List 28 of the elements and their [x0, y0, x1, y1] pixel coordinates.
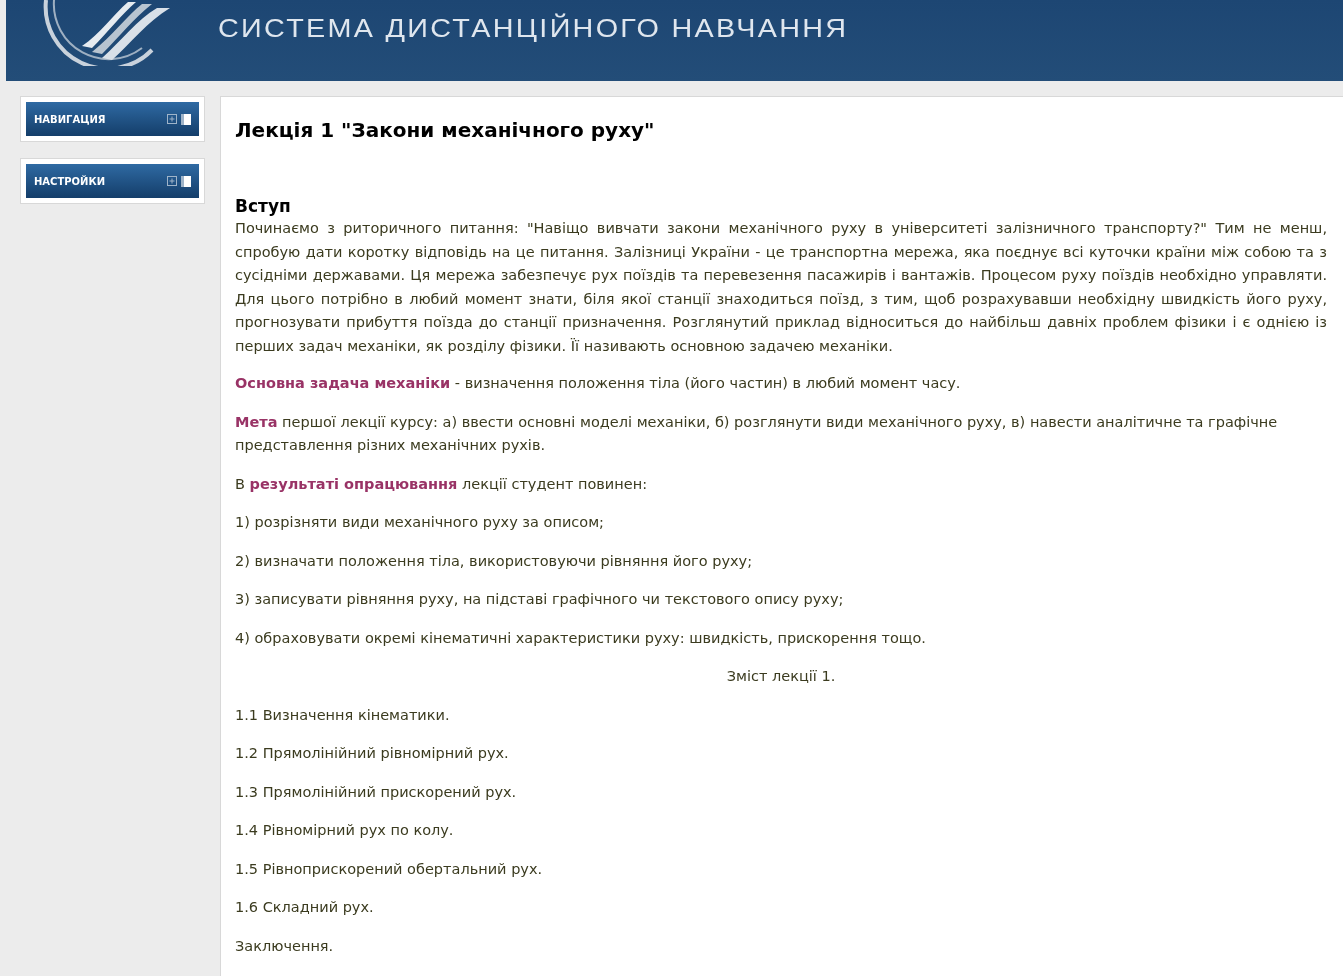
paragraph: 1.5 Рівноприскорений обертальний рух.: [235, 859, 544, 879]
paragraph: 2) визначати положення тіла, використовуючи рівняння його руху;: [235, 551, 754, 571]
block-header[interactable]: НАВИГАЦИЯ: [26, 102, 199, 136]
expand-icon[interactable]: [167, 176, 177, 186]
block-header[interactable]: НАСТРОЙКИ: [26, 164, 199, 198]
paragraph: Мета першої лекції курсу: а) ввести основні моделі механіки, б) розглянути види механічного руху, в) навести аналітичне та графічне представлення різних механічних рухів.: [235, 412, 1279, 455]
lecture-title: Лекція 1 "Закони механічного руху": [235, 117, 656, 144]
paragraph: Починаємо з риторичного питання: "Навіщо вивчати закони механічного руху в університеті залізничного транспорту?" Тим не менш, спробую дати коротку відповідь на це питання. Залізниці України - це транспортна мережа, яка поєднує всі куточки країни між собою та з сусідніми державами. Ця мережа забезпечує рух поїздів та перевезення пасажирів і вантажів. Процесом руху поїздів необхідно управляти. Для цього потрібно в любий момент знати, біля якої станції знаходиться поїзд, з тим, щоб розрахувавши необхідну швидкість його руху, прогнозувати прибуття поїзда до станції призначення. Розглянутий приклад відноситься до найбільш давніх проблем фізики і є однією із перших задач механіки, як розділу фізики. Її називають основною задачею механіки.: [235, 219, 1327, 356]
block-title: НАВИГАЦИЯ: [34, 112, 106, 127]
paragraph: 3) записувати рівняння руху, на підставі графічного чи текстового опису руху;: [235, 590, 845, 609]
site-title: СИСТЕМА ДИСТАНЦІЙНОГО НАВЧАННЯ: [218, 12, 849, 44]
paragraph: Заключення.: [235, 936, 335, 956]
paragraph: 1.6 Складний рух.: [235, 898, 375, 917]
block-title: НАСТРОЙКИ: [34, 174, 105, 189]
paragraph: В результаті опрацювання лекції студент повинен:: [235, 474, 649, 494]
paragraph: 1.4 Рівномірний рух по колу.: [235, 821, 455, 840]
paragraph: 1.2 Прямолінійний рівномірний рух.: [235, 744, 510, 763]
dock-icon[interactable]: [181, 113, 191, 125]
paragraph: 1.3 Прямолінійний прискорений рух.: [235, 782, 518, 802]
paragraph: 1.1 Визначення кінематики.: [235, 705, 451, 725]
paragraph: Зміст лекції 1.: [725, 667, 837, 686]
paragraph: Основна задача механіки - визначення положення тіла (його частин) в любий момент часу.: [235, 374, 962, 393]
expand-icon[interactable]: [167, 114, 177, 124]
paragraph: 1) розрізняти види механічного руху за описом;: [235, 513, 605, 532]
dock-icon[interactable]: [181, 175, 191, 187]
logo-icon: [42, 0, 172, 66]
section-heading: Вступ: [235, 195, 292, 217]
paragraph: 4) обраховувати окремі кінематичні характеристики руху: швидкість, прискорення тощо.: [235, 628, 927, 648]
